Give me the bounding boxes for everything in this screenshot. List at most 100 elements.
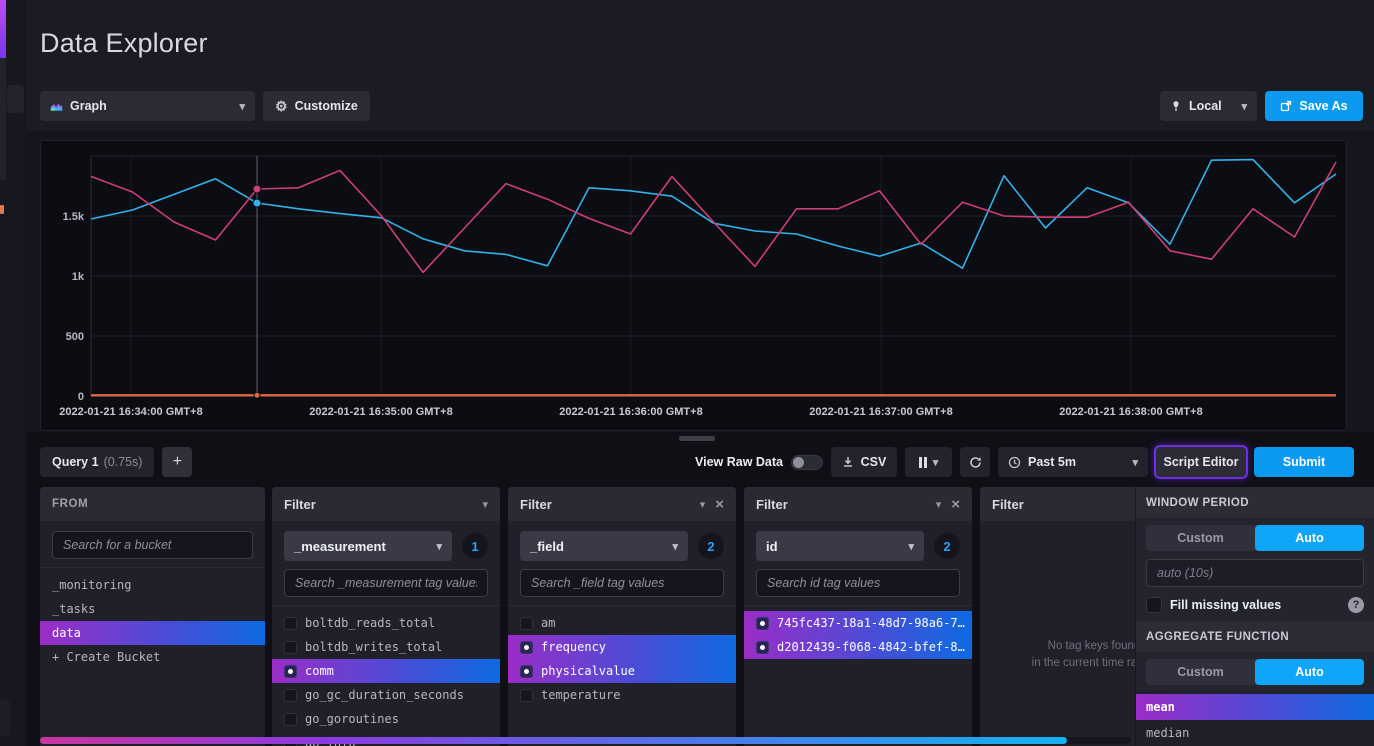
submit-button[interactable]: Submit <box>1254 447 1354 477</box>
time-series-chart[interactable]: 2022-01-21 16:34:00 GMT+8 2022-01-21 16:3… <box>41 141 1346 430</box>
filter-panel-_measurement: Filter▾_measurement▾1boltdb_reads_totalb… <box>272 487 500 746</box>
bucket-item[interactable]: _tasks <box>40 597 265 621</box>
tag-value-item[interactable]: go_gc_duration_seconds <box>272 683 500 707</box>
tag-value-label: am <box>541 616 555 630</box>
tag-value-label: temperature <box>541 688 620 702</box>
add-query-button[interactable]: + <box>162 447 192 477</box>
filter-panel-title: Filter <box>756 497 788 512</box>
window-custom-option[interactable]: Custom <box>1146 525 1255 551</box>
tag-key-dropdown[interactable]: id▾ <box>756 531 924 561</box>
tag-value-label: boltdb_reads_total <box>305 616 435 630</box>
tag-value-item[interactable]: temperature <box>508 683 736 707</box>
download-icon <box>842 456 854 468</box>
script-editor-button[interactable]: Script Editor <box>1156 447 1246 477</box>
nav-strip <box>0 58 6 180</box>
gear-icon: ⚙ <box>275 99 288 113</box>
filter-panel-header: Filter▾ <box>272 487 500 521</box>
checkbox-dot <box>760 621 765 626</box>
checkbox <box>520 617 533 630</box>
x-axis-tick-label: 2022-01-21 16:34:00 GMT+8 <box>59 406 202 418</box>
customize-button[interactable]: ⚙ Customize <box>263 91 370 121</box>
tag-value-item[interactable]: am <box>508 611 736 635</box>
time-range-dropdown[interactable]: Past 5m ▾ <box>998 447 1148 477</box>
area-chart-icon <box>50 100 63 113</box>
scrollbar-thumb[interactable] <box>40 737 1067 744</box>
aggregate-function-header: AGGREGATE FUNCTION <box>1136 621 1374 652</box>
x-axis-tick-label: 2022-01-21 16:35:00 GMT+8 <box>309 406 452 418</box>
tag-value-item[interactable]: d2012439-f068-4842-bfef-8… <box>744 635 972 659</box>
aggregate-custom-option[interactable]: Custom <box>1146 659 1255 685</box>
tag-value-list: am frequency physicalvalue temperature <box>508 605 736 746</box>
query-tab[interactable]: Query 1 (0.75s) <box>40 447 154 477</box>
checkbox <box>284 617 297 630</box>
aggregate-function-item[interactable]: mean <box>1136 694 1374 720</box>
tag-value-item[interactable]: 745fc437-18a1-48d7-98a6-7… <box>744 611 972 635</box>
tag-value-label: go_gc_duration_seconds <box>305 688 464 702</box>
window-auto-option[interactable]: Auto <box>1255 525 1364 551</box>
tag-value-item[interactable]: go_goroutines <box>272 707 500 731</box>
tag-value-search-input[interactable] <box>520 569 724 597</box>
aggregate-function-item[interactable]: median <box>1136 720 1374 746</box>
pause-button[interactable]: ▾ <box>905 447 952 477</box>
tag-value-search-input[interactable] <box>284 569 488 597</box>
tag-key-dropdown[interactable]: _measurement▾ <box>284 531 452 561</box>
panel-resize-handle[interactable] <box>679 436 715 441</box>
cyan-series-line <box>91 160 1336 269</box>
bucket-search-input[interactable] <box>52 531 253 559</box>
filter-panel-header: Filter ▾ × <box>744 487 972 521</box>
tag-value-item[interactable]: frequency <box>508 635 736 659</box>
pause-icon <box>919 457 927 468</box>
fill-missing-values-row: Fill missing values ? <box>1136 593 1374 621</box>
checkbox-dot <box>760 645 765 650</box>
y-axis-tick-label: 500 <box>66 331 84 343</box>
bucket-item[interactable]: data <box>40 621 265 645</box>
window-period-mode-toggle: Custom Auto <box>1146 525 1364 551</box>
no-tag-keys-line: No tag keys found <box>1048 640 1141 652</box>
chevron-down-icon[interactable]: ▾ <box>482 498 488 511</box>
filter-panel-body: id▾2 <box>744 521 972 605</box>
tag-value-label: physicalvalue <box>541 664 635 678</box>
csv-label: CSV <box>861 455 887 469</box>
graph-type-dropdown[interactable]: Graph ▾ <box>40 91 255 121</box>
tag-key-dropdown[interactable]: _field▾ <box>520 531 688 561</box>
window-period-mode-row: Custom Auto <box>1136 518 1374 557</box>
tag-value-item[interactable]: physicalvalue <box>508 659 736 683</box>
create-bucket-button[interactable]: + Create Bucket <box>40 645 265 669</box>
nav-item-fragment[interactable] <box>7 85 24 113</box>
horizontal-scrollbar[interactable] <box>40 737 1131 744</box>
scope-dropdown[interactable]: Local ▾ <box>1160 91 1257 121</box>
aggregate-auto-option[interactable]: Auto <box>1255 659 1364 685</box>
fill-missing-values-checkbox[interactable] <box>1146 597 1162 613</box>
tag-value-label: go_goroutines <box>305 712 399 726</box>
from-panel-body <box>40 521 265 567</box>
tag-value-item[interactable]: boltdb_writes_total <box>272 635 500 659</box>
time-range-label: Past 5m <box>1028 455 1076 469</box>
chevron-down-icon[interactable]: ▾ <box>700 498 706 511</box>
customize-label: Customize <box>295 99 358 113</box>
view-raw-data-toggle[interactable] <box>791 455 823 470</box>
tag-value-search-input[interactable] <box>756 569 960 597</box>
tag-value-item[interactable]: comm <box>272 659 500 683</box>
chevron-down-icon: ▾ <box>436 540 442 553</box>
from-title: FROM <box>52 498 88 510</box>
window-period-input[interactable] <box>1146 559 1364 587</box>
tag-key-label: _field <box>530 539 564 554</box>
close-icon[interactable]: × <box>715 497 724 512</box>
selected-count-badge: 1 <box>462 533 488 559</box>
help-icon[interactable]: ? <box>1348 597 1364 613</box>
refresh-button[interactable] <box>960 447 990 477</box>
close-icon[interactable]: × <box>951 497 960 512</box>
time-series-chart-card: 2022-01-21 16:34:00 GMT+8 2022-01-21 16:3… <box>40 140 1347 431</box>
data-explorer-screen: Data Explorer Graph ▾ ⚙ Customize Local … <box>0 0 1374 746</box>
checkbox <box>284 665 297 678</box>
query-tab-label: Query 1 <box>52 455 99 469</box>
bucket-item[interactable]: _monitoring <box>40 573 265 597</box>
csv-download-button[interactable]: CSV <box>831 447 897 477</box>
page-title: Data Explorer <box>40 28 208 59</box>
y-axis-tick-label: 0 <box>78 391 84 403</box>
save-as-button[interactable]: Save As <box>1265 91 1363 121</box>
chevron-down-icon[interactable]: ▾ <box>936 498 942 511</box>
tag-value-list: boltdb_reads_total boltdb_writes_totalcom… <box>272 605 500 746</box>
aggregate-mode-row: Custom Auto <box>1136 652 1374 691</box>
tag-value-item[interactable]: boltdb_reads_total <box>272 611 500 635</box>
